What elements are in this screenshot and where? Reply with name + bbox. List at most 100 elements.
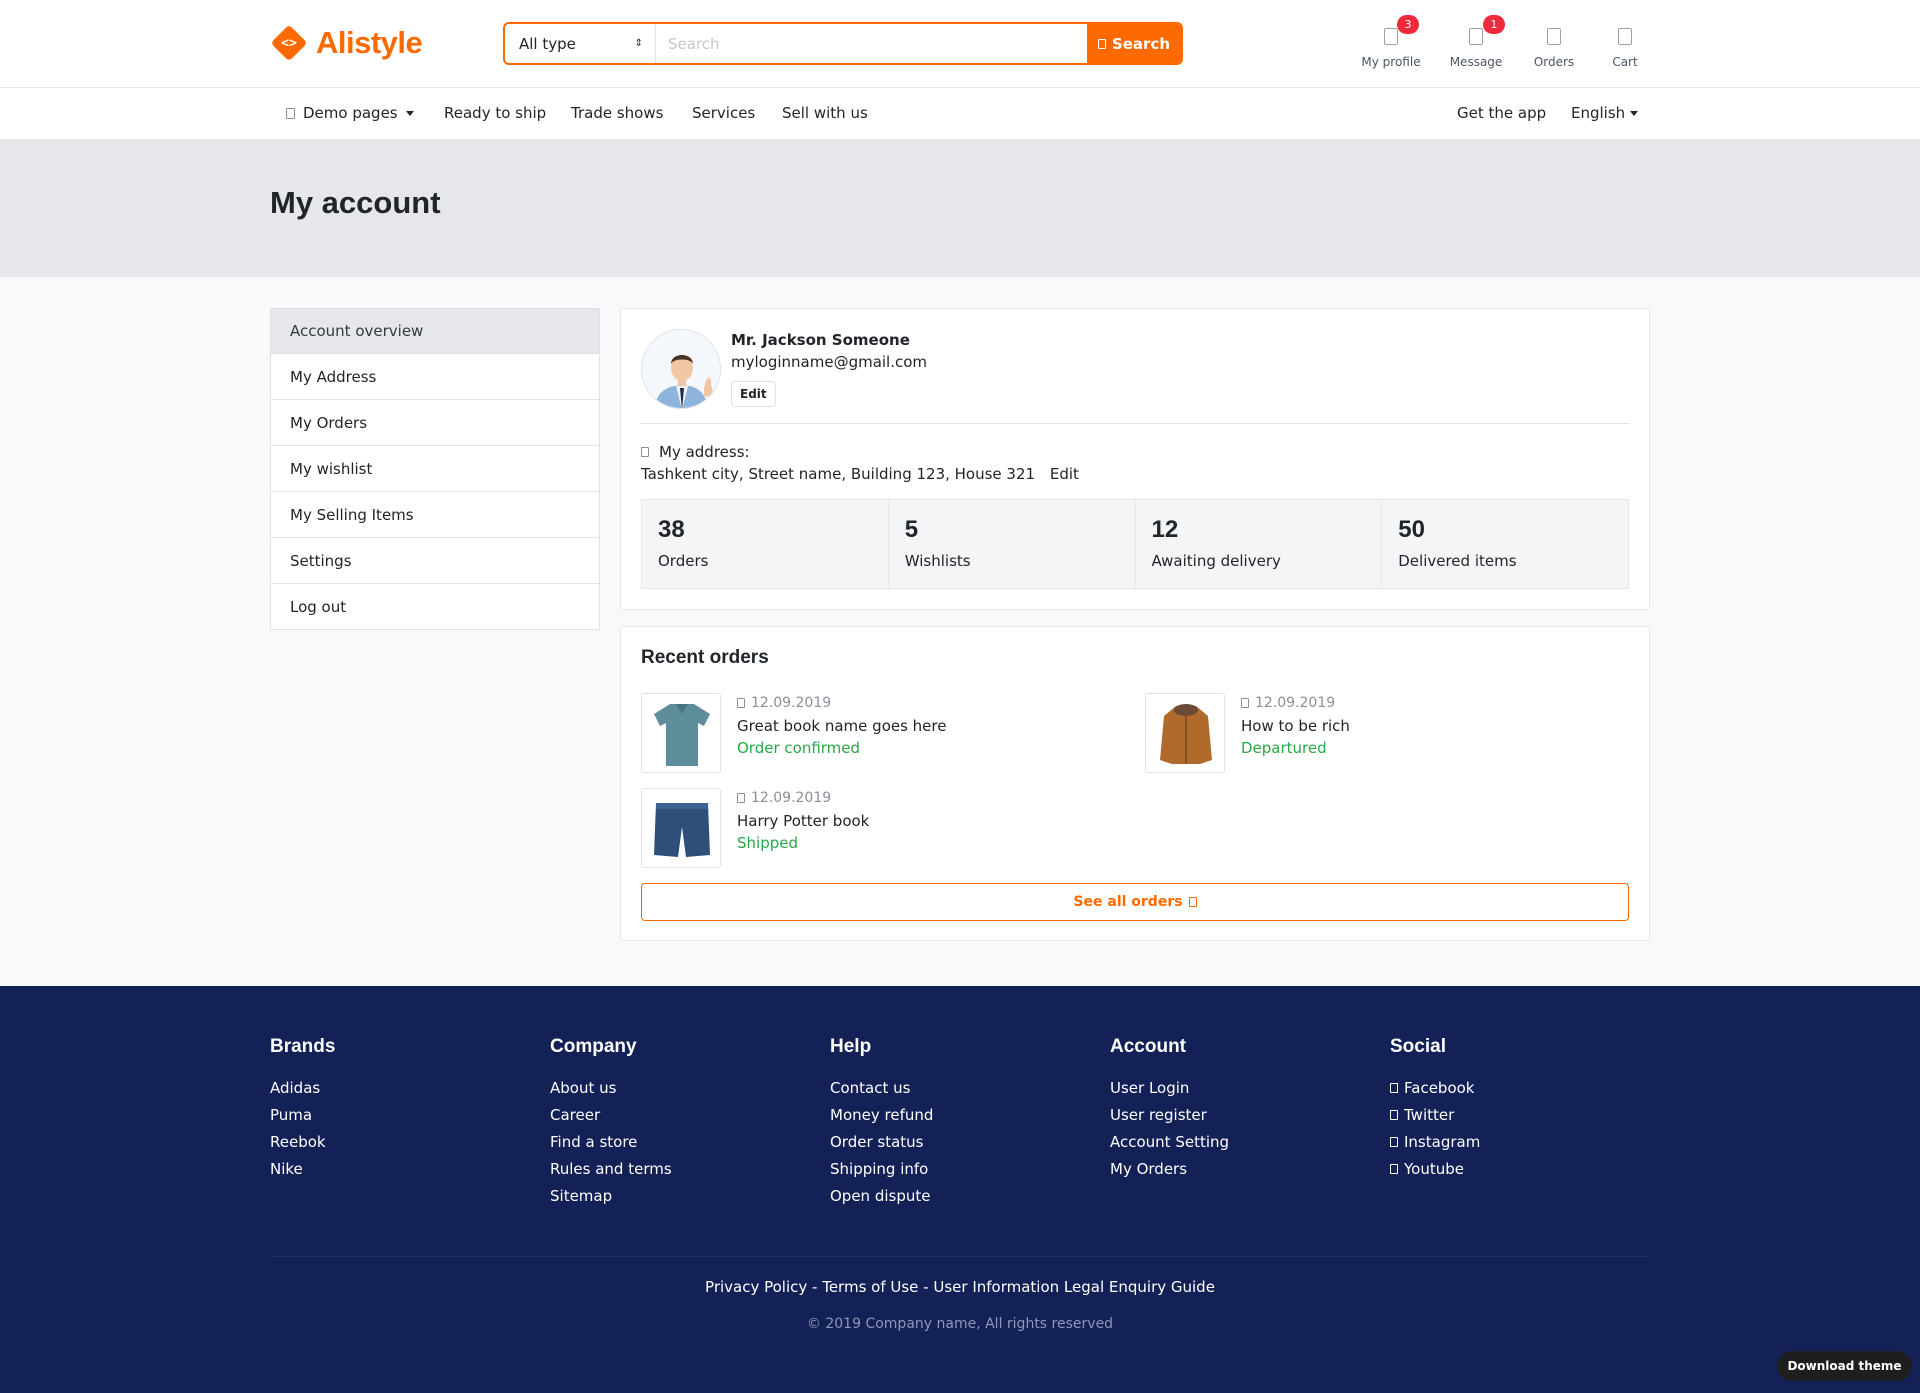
stat-awaiting-delivery: 12 Awaiting delivery bbox=[1136, 500, 1383, 588]
footer-link[interactable]: Puma bbox=[270, 1101, 335, 1128]
nav-get-the-app[interactable]: Get the app bbox=[1457, 104, 1546, 122]
footer-heading: Company bbox=[550, 1036, 637, 1057]
footer-column-social: Social Facebook Twitter Instagram Youtub… bbox=[1390, 1036, 1480, 1182]
sidebar-item-my-selling-items[interactable]: My Selling Items bbox=[270, 492, 600, 538]
order-status: Order confirmed bbox=[737, 739, 861, 757]
instagram-icon bbox=[1390, 1136, 1398, 1147]
search-type-value: All type bbox=[519, 34, 576, 53]
order-item[interactable]: 12.09.2019 How to be rich Departured bbox=[1145, 693, 1585, 773]
footer-link[interactable]: My Orders bbox=[1110, 1155, 1229, 1182]
footer-link[interactable]: Adidas bbox=[270, 1074, 335, 1101]
sidebar-item-settings[interactable]: Settings bbox=[270, 538, 600, 584]
brand-logo[interactable]: <> Alistyle bbox=[270, 24, 423, 62]
footer-link[interactable]: Open dispute bbox=[830, 1182, 933, 1209]
twitter-icon bbox=[1390, 1109, 1398, 1120]
order-thumbnail bbox=[641, 788, 721, 868]
brand-name: Alistyle bbox=[316, 25, 423, 60]
sidebar-item-log-out[interactable]: Log out bbox=[270, 584, 600, 630]
top-header: <> Alistyle All type ⇕ Search 3 My profi… bbox=[0, 0, 1920, 88]
caret-down-icon bbox=[405, 110, 414, 116]
calendar-icon bbox=[737, 793, 745, 803]
see-all-orders-button[interactable]: See all orders bbox=[641, 883, 1629, 921]
user-name: Mr. Jackson Someone bbox=[731, 331, 910, 349]
footer-link[interactable]: Account Setting bbox=[1110, 1128, 1229, 1155]
sort-arrows-icon: ⇕ bbox=[634, 37, 643, 49]
calendar-icon bbox=[1241, 698, 1249, 708]
edit-profile-button[interactable]: Edit bbox=[731, 381, 776, 407]
widget-my-profile[interactable]: 3 My profile bbox=[1351, 15, 1431, 69]
widget-message[interactable]: 1 Message bbox=[1436, 15, 1516, 69]
order-thumbnail bbox=[1145, 693, 1225, 773]
footer-link[interactable]: Order status bbox=[830, 1128, 933, 1155]
widget-orders[interactable]: Orders bbox=[1514, 22, 1594, 69]
caret-down-icon bbox=[1630, 110, 1639, 116]
footer-link[interactable]: User Login bbox=[1110, 1074, 1229, 1101]
footer-link[interactable]: Reebok bbox=[270, 1128, 335, 1155]
nav-ready-to-ship[interactable]: Ready to ship bbox=[444, 104, 546, 122]
page-title: My account bbox=[270, 185, 441, 220]
footer-link-youtube[interactable]: Youtube bbox=[1390, 1155, 1480, 1182]
bars-icon bbox=[286, 107, 295, 119]
address-value: Tashkent city, Street name, Building 123… bbox=[641, 465, 1079, 483]
footer-legal-links[interactable]: Privacy Policy - Terms of Use - User Inf… bbox=[0, 1278, 1920, 1296]
footer-link[interactable]: Career bbox=[550, 1101, 672, 1128]
stat-wishlists: 5 Wishlists bbox=[889, 500, 1136, 588]
order-date: 12.09.2019 bbox=[737, 790, 831, 806]
facebook-icon bbox=[1390, 1082, 1398, 1093]
calendar-icon bbox=[737, 698, 745, 708]
language-select[interactable]: English bbox=[1571, 104, 1639, 122]
download-theme-button[interactable]: Download theme bbox=[1777, 1351, 1912, 1381]
sidebar-item-my-wishlist[interactable]: My wishlist bbox=[270, 446, 600, 492]
search-bar: All type ⇕ Search bbox=[503, 22, 1183, 65]
nav-demo-pages[interactable]: Demo pages bbox=[286, 104, 414, 122]
search-type-select[interactable]: All type ⇕ bbox=[505, 24, 656, 63]
footer-link[interactable]: Sitemap bbox=[550, 1182, 672, 1209]
youtube-icon bbox=[1390, 1163, 1398, 1174]
sidebar-item-my-orders[interactable]: My Orders bbox=[270, 400, 600, 446]
order-date: 12.09.2019 bbox=[1241, 695, 1335, 711]
stat-orders: 38 Orders bbox=[642, 500, 889, 588]
sidebar-item-account-overview[interactable]: Account overview bbox=[270, 308, 600, 354]
search-input[interactable] bbox=[656, 24, 1087, 63]
order-item[interactable]: 12.09.2019 Great book name goes here Ord… bbox=[641, 693, 1081, 773]
footer-link-instagram[interactable]: Instagram bbox=[1390, 1128, 1480, 1155]
widget-label: My profile bbox=[1361, 55, 1421, 69]
search-button[interactable]: Search bbox=[1087, 24, 1181, 63]
footer-link[interactable]: Shipping info bbox=[830, 1155, 933, 1182]
widget-label: Cart bbox=[1612, 55, 1638, 69]
order-item[interactable]: 12.09.2019 Harry Potter book Shipped bbox=[641, 788, 1081, 868]
footer-link-facebook[interactable]: Facebook bbox=[1390, 1074, 1480, 1101]
footer-link-twitter[interactable]: Twitter bbox=[1390, 1101, 1480, 1128]
logo-icon: <> bbox=[270, 24, 308, 62]
edit-address-link[interactable]: Edit bbox=[1050, 465, 1079, 483]
footer-link[interactable]: Money refund bbox=[830, 1101, 933, 1128]
footer-copyright: © 2019 Company name, All rights reserved bbox=[806, 1316, 1114, 1332]
footer-link[interactable]: Nike bbox=[270, 1155, 335, 1182]
order-name: Harry Potter book bbox=[737, 812, 870, 830]
site-footer: Brands Adidas Puma Reebok Nike Company A… bbox=[0, 986, 1920, 1393]
footer-heading: Social bbox=[1390, 1036, 1446, 1057]
footer-link[interactable]: User register bbox=[1110, 1101, 1229, 1128]
footer-column-help: Help Contact us Money refund Order statu… bbox=[830, 1036, 933, 1209]
footer-link[interactable]: Find a store bbox=[550, 1128, 672, 1155]
footer-heading: Help bbox=[830, 1036, 872, 1057]
store-icon bbox=[1547, 28, 1561, 45]
search-icon bbox=[1097, 38, 1106, 49]
sidebar-item-my-address[interactable]: My Address bbox=[270, 354, 600, 400]
stats-grid: 38 Orders 5 Wishlists 12 Awaiting delive… bbox=[641, 499, 1629, 589]
order-thumbnail bbox=[641, 693, 721, 773]
chevron-right-icon bbox=[1188, 897, 1197, 907]
footer-link[interactable]: About us bbox=[550, 1074, 672, 1101]
account-sidebar: Account overview My Address My Orders My… bbox=[270, 308, 600, 630]
footer-column-account: Account User Login User register Account… bbox=[1110, 1036, 1229, 1182]
footer-column-company: Company About us Career Find a store Rul… bbox=[550, 1036, 672, 1209]
nav-sell-with-us[interactable]: Sell with us bbox=[782, 104, 868, 122]
footer-link[interactable]: Rules and terms bbox=[550, 1155, 672, 1182]
nav-trade-shows[interactable]: Trade shows bbox=[571, 104, 663, 122]
widget-cart[interactable]: Cart bbox=[1585, 22, 1665, 69]
footer-link[interactable]: Contact us bbox=[830, 1074, 933, 1101]
cart-icon bbox=[1618, 28, 1632, 45]
nav-services[interactable]: Services bbox=[692, 104, 755, 122]
footer-heading: Account bbox=[1110, 1036, 1186, 1057]
order-name: How to be rich bbox=[1241, 717, 1350, 735]
